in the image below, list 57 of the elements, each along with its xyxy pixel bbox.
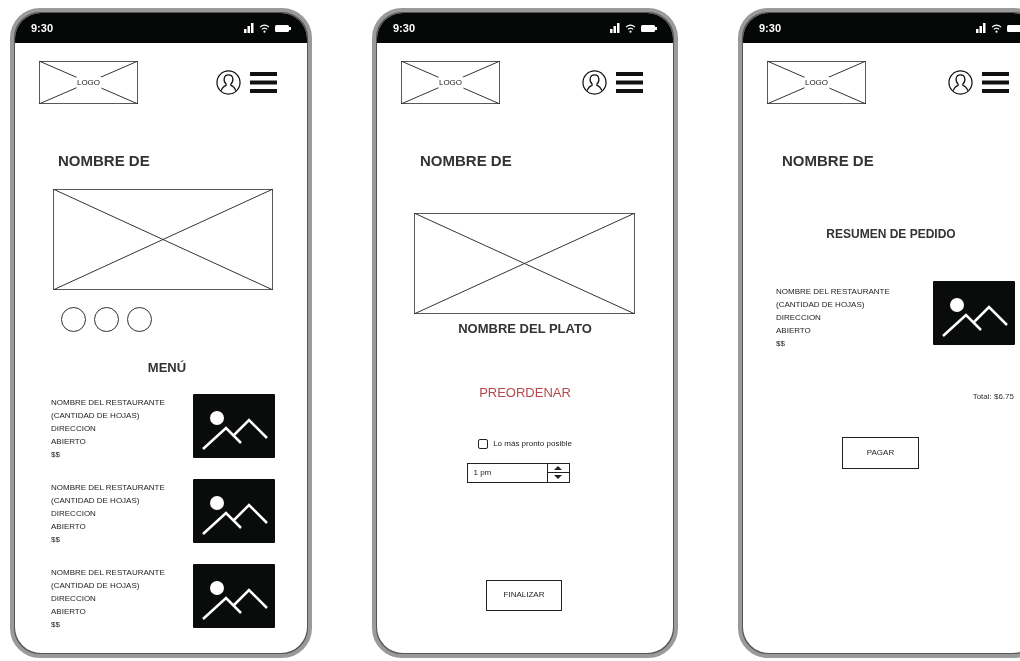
wifi-icon bbox=[259, 23, 270, 33]
wifi-icon bbox=[625, 23, 636, 33]
summary-title: RESUMEN DE PEDIDO bbox=[826, 225, 956, 243]
user-icon[interactable] bbox=[582, 70, 607, 95]
preorder-label: PREORDENAR bbox=[479, 384, 571, 402]
image-icon bbox=[933, 280, 1015, 345]
menu-icon[interactable] bbox=[616, 72, 643, 93]
status-text: ABIERTO bbox=[51, 606, 86, 618]
signal-icon bbox=[976, 23, 986, 33]
checkbox[interactable] bbox=[478, 438, 489, 449]
restaurant-name: NOMBRE DEL RESTAURANTE bbox=[51, 397, 165, 409]
image-icon bbox=[193, 479, 275, 543]
page-heading: NOMBRE DE bbox=[420, 151, 512, 171]
battery-icon bbox=[275, 24, 291, 32]
checkbox-label: Lo más pronto posible bbox=[493, 437, 572, 450]
restaurant-name: NOMBRE DEL RESTAURANTE bbox=[51, 567, 165, 579]
finish-button[interactable]: FINALIZAR bbox=[486, 579, 562, 611]
quantity-text: (CANTIDAD DE HOJAS) bbox=[51, 495, 140, 507]
signal-icon bbox=[244, 23, 254, 33]
status-text: ABIERTO bbox=[776, 324, 811, 337]
price-text: $$ bbox=[51, 619, 60, 631]
address-text: DIRECCION bbox=[51, 508, 96, 520]
order-total: Total: $6.75 bbox=[972, 390, 1014, 403]
image-icon bbox=[193, 564, 275, 628]
restaurant-name: NOMBRE DEL RESTAURANTE bbox=[51, 482, 165, 494]
address-text: DIRECCION bbox=[776, 311, 821, 324]
status-text: ABIERTO bbox=[51, 521, 86, 533]
menu-title: MENÚ bbox=[147, 358, 187, 377]
quantity-text: (CANTIDAD DE HOJAS) bbox=[776, 298, 865, 311]
signal-icon bbox=[610, 23, 620, 33]
quantity-text: (CANTIDAD DE HOJAS) bbox=[51, 410, 140, 422]
user-icon[interactable] bbox=[948, 70, 973, 95]
spinner-down-icon[interactable] bbox=[554, 475, 562, 479]
price-text: $$ bbox=[51, 534, 60, 546]
address-text: DIRECCION bbox=[51, 593, 96, 605]
menu-icon[interactable] bbox=[982, 72, 1009, 93]
battery-icon bbox=[1007, 24, 1020, 32]
status-time: 9:30 bbox=[393, 20, 416, 36]
price-text: $$ bbox=[776, 337, 785, 350]
quantity-text: (CANTIDAD DE HOJAS) bbox=[51, 580, 140, 592]
address-text: DIRECCION bbox=[51, 423, 96, 435]
status-time: 9:30 bbox=[31, 20, 54, 36]
wifi-icon bbox=[991, 23, 1002, 33]
status-text: ABIERTO bbox=[51, 436, 86, 448]
menu-icon[interactable] bbox=[250, 72, 277, 93]
battery-icon bbox=[641, 24, 657, 32]
pay-button[interactable]: PAGAR bbox=[842, 436, 919, 469]
dish-name: NOMBRE DEL PLATO bbox=[458, 319, 592, 338]
user-icon[interactable] bbox=[216, 70, 241, 95]
image-icon bbox=[193, 394, 275, 458]
spinner-up-icon[interactable] bbox=[554, 466, 562, 470]
time-spinner-field[interactable]: 1 pm bbox=[466, 462, 570, 483]
status-time: 9:30 bbox=[759, 20, 782, 36]
page-heading: NOMBRE DE bbox=[782, 151, 874, 171]
price-text: $$ bbox=[51, 449, 60, 461]
page-heading: NOMBRE DE bbox=[58, 151, 150, 171]
restaurant-name: NOMBRE DEL RESTAURANTE bbox=[776, 285, 890, 298]
